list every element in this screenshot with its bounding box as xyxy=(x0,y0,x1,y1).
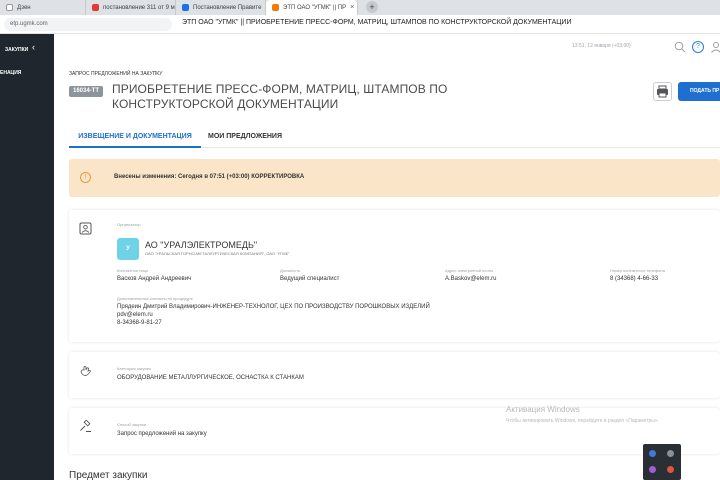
print-button[interactable] xyxy=(653,82,672,101)
browser-tab-strip: Дзен постановление 311 от 9 м Постановле… xyxy=(0,0,720,15)
email-label: Адрес электронной почты xyxy=(445,268,494,273)
sidebar-item[interactable]: ЕНАЦИЯ xyxy=(0,70,21,76)
phone-value: 8 (34368) 4-66-33 xyxy=(610,276,659,282)
breadcrumb[interactable]: ЗАПРОС ПРЕДЛОЖЕНИЙ НА ЗАКУПКУ xyxy=(69,71,162,77)
close-tab-icon[interactable]: × xyxy=(346,4,354,11)
search-icon[interactable] xyxy=(674,41,686,53)
help-icon[interactable]: ? xyxy=(692,41,704,53)
address-bar-row: etp.ugmk.com ЭТП ОАО "УГМК" || ПРИОБРЕТЕ… xyxy=(0,15,720,34)
current-datetime: 13:51, 12 января (+03:00) xyxy=(572,43,631,49)
contact-person-value: Васков Андрей Андреевич xyxy=(117,276,192,282)
window-title: ЭТП ОАО "УГМК" || ПРИОБРЕТЕНИЕ ПРЕСС-ФОР… xyxy=(182,19,572,26)
sidebar-collapse-icon[interactable]: ‹ xyxy=(32,42,35,52)
document-favicon-icon xyxy=(182,4,189,11)
browser-tab-label: Дзен xyxy=(17,4,31,11)
document-favicon-icon xyxy=(92,4,99,11)
method-value: Запрос предложений на закупку xyxy=(117,431,207,437)
position-value: Ведущий специалист xyxy=(280,276,340,282)
organization-icon xyxy=(79,222,92,235)
user-icon[interactable] xyxy=(710,41,720,53)
parent-organization-name: ОАО "УРАЛЬСКАЯ ГОРНО-МЕТАЛЛУРГИЧЕСКАЯ КО… xyxy=(145,251,290,256)
browser-tab-postanovlenie-311[interactable]: постановление 311 от 9 м xyxy=(86,0,176,15)
tab-my-proposals[interactable]: МОИ ПРЕДЛОЖЕНИЯ xyxy=(208,128,282,148)
url-field[interactable]: etp.ugmk.com xyxy=(4,18,172,31)
browser-tab-dzen[interactable]: Дзен xyxy=(0,0,86,15)
hand-icon xyxy=(80,366,91,376)
purchase-category-card: Категория закупки ОБОРУДОВАНИЕ МЕТАЛЛУРГ… xyxy=(69,352,720,398)
extra-contact-line: Прядеин Дмитрий Владимирович-ИНЖЕНЕР-ТЕХ… xyxy=(117,304,430,310)
browser-tab-label: ЭТП ОАО "УГМК" || ПР xyxy=(283,4,347,11)
ugmk-favicon-icon xyxy=(272,4,279,11)
category-value: ОБОРУДОВАНИЕ МЕТАЛЛУРГИЧЕСКОЕ, ОСНАСТКА … xyxy=(117,375,304,381)
floating-tool-panel xyxy=(643,444,681,480)
purchase-method-card: Способ закупки Запрос предложений на зак… xyxy=(69,408,720,454)
windows-activation-hint: Чтобы активировать Windows, перейдите в … xyxy=(506,418,660,424)
dzen-favicon-icon xyxy=(6,4,13,11)
organizer-card: Организатор У АО "УРАЛЭЛЕКТРОМЕДЬ" ОАО "… xyxy=(69,210,720,342)
sidebar-header-zakupki[interactable]: ЗАКУПКИ xyxy=(5,47,28,53)
organization-name[interactable]: АО "УРАЛЭЛЕКТРОМЕДЬ" xyxy=(145,240,257,250)
email-value[interactable]: A.Baskov@elem.ru xyxy=(445,276,496,282)
organization-logo: У xyxy=(117,238,139,260)
extra-contact-email: pdv@elem.ru xyxy=(117,312,153,318)
browser-tab-label: Постановление Правите xyxy=(193,4,262,11)
tab-notice-and-documentation[interactable]: ИЗВЕЩЕНИЕ И ДОКУМЕНТАЦИЯ xyxy=(69,128,201,148)
tool-icon[interactable] xyxy=(649,450,656,457)
category-label: Категория закупки xyxy=(117,366,151,371)
sidebar: ЗАКУПКИ ‹ ЕНАЦИЯ xyxy=(0,34,54,480)
procedure-id-badge: 16034-ТТ xyxy=(69,86,104,97)
top-header: 13:51, 12 января (+03:00) ? xyxy=(54,34,720,60)
submit-proposal-button[interactable]: ПОДАТЬ ПР xyxy=(678,82,720,101)
extra-contacts-label: Дополнительные контакты по процедуре xyxy=(117,296,193,301)
new-tab-button[interactable]: + xyxy=(366,1,378,13)
printer-icon xyxy=(657,85,668,98)
position-label: Должность xyxy=(280,268,301,273)
record-tool-icon[interactable] xyxy=(667,466,674,473)
section-title-subject: Предмет закупки xyxy=(69,470,148,480)
extra-contact-phone: 8-34368-9-81-27 xyxy=(117,320,162,326)
tabs: ИЗВЕЩЕНИЕ И ДОКУМЕНТАЦИЯ МОИ ПРЕДЛОЖЕНИЯ xyxy=(69,128,720,148)
browser-tab-label: постановление 311 от 9 м xyxy=(103,4,175,11)
change-notice-text: Внесены изменения: Сегодня в 07:51 (+03:… xyxy=(114,174,305,180)
main-content: 13:51, 12 января (+03:00) ? ЗАПРОС ПРЕДЛ… xyxy=(54,34,720,480)
change-notice-banner: ! Внесены изменения: Сегодня в 07:51 (+0… xyxy=(69,159,720,197)
method-label: Способ закупки xyxy=(117,422,146,427)
gavel-icon xyxy=(80,420,91,432)
tool-icon[interactable] xyxy=(667,450,674,457)
windows-activation-watermark: Активация Windows xyxy=(506,405,580,414)
browser-tab-postanovlenie-pravitelstva[interactable]: Постановление Правите xyxy=(176,0,266,15)
phone-label: Номер контактного телефона xyxy=(610,268,665,273)
page-title: ПРИОБРЕТЕНИЕ ПРЕСС-ФОРМ, МАТРИЦ, ШТАМПОВ… xyxy=(112,82,448,111)
warning-icon: ! xyxy=(80,172,91,183)
browser-tab-etp-ugmk[interactable]: ЭТП ОАО "УГМК" || ПР × xyxy=(266,0,358,15)
contact-person-label: Контактное лицо xyxy=(117,268,149,273)
pen-tool-icon[interactable] xyxy=(649,466,656,473)
organizer-label: Организатор xyxy=(117,222,141,227)
